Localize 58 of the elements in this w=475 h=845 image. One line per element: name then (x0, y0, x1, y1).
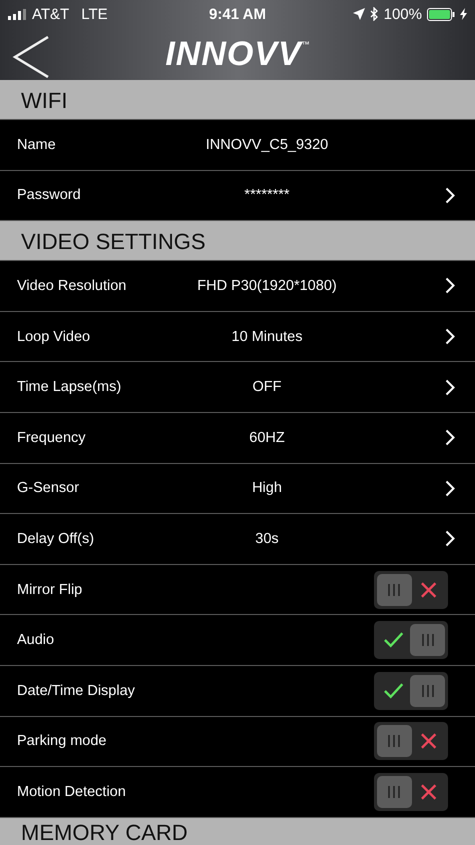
setting-label: Date/Time Display (17, 682, 136, 699)
battery-percent: 100% (384, 6, 422, 22)
chevron-icon[interactable] (445, 530, 455, 548)
carrier: AT&T (32, 6, 70, 22)
location-icon (352, 8, 365, 20)
chevron-icon[interactable] (445, 429, 455, 446)
setting-value[interactable]: 30s (167, 530, 367, 547)
grip-icon (386, 784, 402, 799)
check-icon (383, 631, 404, 650)
charging-icon (460, 8, 467, 20)
bluetooth-icon (370, 7, 379, 21)
setting-value[interactable]: ******** (167, 187, 367, 204)
clock: 9:41 AM (209, 6, 266, 22)
chevron-icon[interactable] (445, 277, 455, 294)
trademark: ™ (302, 40, 310, 49)
setting-label: Mirror Flip (17, 582, 84, 598)
toggle-switch[interactable] (374, 772, 448, 811)
signal-icon (8, 8, 26, 20)
logo: INNOVV (165, 36, 302, 72)
setting-label: Time Lapse(ms) (17, 379, 122, 396)
cross-icon (420, 782, 437, 801)
battery-icon (427, 8, 455, 20)
setting-label: Frequency (17, 430, 87, 446)
toggle-switch[interactable] (374, 621, 448, 660)
setting-value[interactable]: FHD P30(1920*1080) (167, 278, 367, 294)
setting-value: INNOVV_C5_9320 (204, 136, 330, 153)
toggle-switch[interactable] (374, 570, 448, 609)
back-icon[interactable] (12, 36, 50, 78)
setting-label: Delay Off(s) (17, 530, 96, 547)
chevron-icon[interactable] (445, 378, 455, 396)
toggle-switch[interactable] (374, 672, 448, 710)
setting-value[interactable]: OFF (167, 379, 367, 396)
setting-label: G-Sensor (17, 480, 80, 496)
setting-label: Loop Video (17, 328, 92, 345)
setting-value[interactable]: 60HZ (167, 430, 367, 446)
setting-label: Name (17, 136, 57, 153)
network-type: LTE (81, 6, 108, 22)
chevron-icon[interactable] (445, 186, 455, 204)
section-header: MEMORY CARD (0, 818, 475, 845)
grip-icon (386, 734, 402, 748)
setting-label: Audio (17, 632, 56, 648)
setting-label: Password (17, 187, 82, 204)
cross-icon (420, 732, 437, 750)
section-header: WIFI (0, 80, 475, 120)
grip-icon (420, 684, 436, 698)
setting-value[interactable]: High (167, 480, 367, 496)
setting-label: Video Resolution (17, 278, 128, 294)
setting-label: Parking mode (17, 733, 108, 750)
grip-icon (386, 582, 402, 597)
grip-icon (420, 633, 436, 648)
chevron-icon[interactable] (445, 328, 455, 346)
setting-value[interactable]: 10 Minutes (167, 328, 367, 345)
setting-label: Motion Detection (17, 784, 127, 800)
chevron-icon[interactable] (445, 480, 455, 497)
section-header: VIDEO SETTINGS (0, 221, 475, 262)
check-icon (383, 682, 404, 700)
cross-icon (420, 580, 437, 599)
toggle-switch[interactable] (374, 722, 448, 760)
